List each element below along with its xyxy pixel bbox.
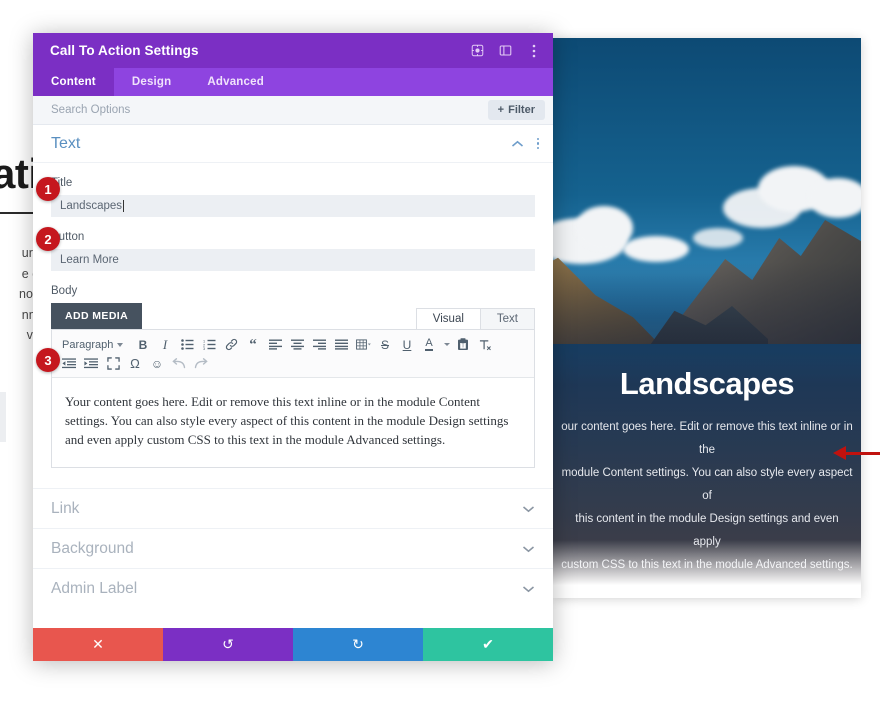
editor-mode-tabs: Visual Text xyxy=(415,308,535,329)
chevron-down-icon xyxy=(522,505,535,513)
preview-title: Landscapes xyxy=(619,366,795,401)
underline-icon[interactable]: U xyxy=(396,335,418,354)
chevron-down-icon xyxy=(522,545,535,553)
tab-content[interactable]: Content xyxy=(33,68,114,96)
chevron-down-icon xyxy=(117,342,124,347)
tab-visual[interactable]: Visual xyxy=(415,308,481,329)
text-color-icon[interactable]: A xyxy=(418,335,440,354)
text-section-fields: Title Landscapes Button Learn More Body … xyxy=(33,177,553,468)
redo-icon[interactable] xyxy=(190,354,212,373)
special-character-icon[interactable]: Ω xyxy=(124,354,146,373)
button-input[interactable]: Learn More xyxy=(51,249,535,271)
body-field-label: Body xyxy=(51,285,78,297)
title-input[interactable]: Landscapes xyxy=(51,195,535,217)
editor-content-area[interactable]: Your content goes here. Edit or remove t… xyxy=(52,378,534,467)
text-color-chevron-down-icon[interactable] xyxy=(440,335,452,354)
indent-icon[interactable] xyxy=(80,354,102,373)
save-button[interactable]: ✔ xyxy=(423,628,553,661)
annotation-badge-2: 2 xyxy=(36,227,60,251)
button-field-label: Button xyxy=(51,231,85,243)
filter-button[interactable]: + Filter xyxy=(487,100,545,120)
format-select-value: Paragraph xyxy=(62,338,114,351)
preview-body-line: module Content settings. You can also st… xyxy=(561,467,853,502)
redo-button[interactable]: ↻ xyxy=(293,628,423,661)
bold-icon[interactable]: B xyxy=(132,335,154,354)
filter-button-label: Filter xyxy=(508,104,535,116)
accordion-link-label: Link xyxy=(51,499,80,517)
editor-toolbar-row-2: Ω ☺ xyxy=(58,354,212,373)
help-link[interactable]: ? Help xyxy=(33,608,553,628)
screenshot-root: atic ur adip e et do nostruc nmodo volup… xyxy=(0,0,880,706)
search-options-bar: Search Options + Filter xyxy=(33,96,553,125)
tab-design[interactable]: Design xyxy=(114,68,190,96)
accordion-link[interactable]: Link xyxy=(33,488,553,528)
accordion-background[interactable]: Background xyxy=(33,528,553,568)
align-right-icon[interactable] xyxy=(308,335,330,354)
callout-arrow xyxy=(833,446,880,460)
align-justify-icon[interactable] xyxy=(330,335,352,354)
body-editor[interactable]: Paragraph B I 123 “ S U A T Ω ☺ Your con… xyxy=(51,329,535,468)
preview-fade xyxy=(553,540,861,598)
target-icon[interactable] xyxy=(470,43,485,58)
tab-text[interactable]: Text xyxy=(479,308,535,329)
accordion-admin-label[interactable]: Admin Label xyxy=(33,568,553,608)
title-field-label: Title xyxy=(51,177,73,189)
format-select[interactable]: Paragraph xyxy=(58,339,132,351)
modal-header: Call To Action Settings xyxy=(33,33,553,68)
layout-panel-icon[interactable] xyxy=(498,43,513,58)
link-icon[interactable] xyxy=(220,335,242,354)
svg-text:T: T xyxy=(461,344,464,350)
table-icon[interactable] xyxy=(352,335,374,354)
button-input-value: Learn More xyxy=(60,254,119,266)
text-caret xyxy=(123,200,125,212)
section-header-text[interactable]: Text xyxy=(33,125,553,163)
modal-body: Text Title Landscapes Button Learn More … xyxy=(33,125,553,628)
editor-content-text: Your content goes here. Edit or remove t… xyxy=(65,394,509,447)
more-vertical-icon[interactable] xyxy=(526,43,541,58)
numbered-list-icon[interactable]: 123 xyxy=(198,335,220,354)
title-input-value: Landscapes xyxy=(60,200,123,212)
svg-text:3: 3 xyxy=(203,347,205,350)
align-center-icon[interactable] xyxy=(286,335,308,354)
align-left-icon[interactable] xyxy=(264,335,286,354)
search-input[interactable]: Search Options xyxy=(51,104,488,116)
chevron-up-icon[interactable] xyxy=(511,140,524,148)
annotation-badge-3: 3 xyxy=(36,348,60,372)
clear-formatting-icon[interactable] xyxy=(474,335,496,354)
bulleted-list-icon[interactable] xyxy=(176,335,198,354)
undo-icon[interactable] xyxy=(168,354,190,373)
blockquote-icon[interactable]: “ xyxy=(242,335,264,354)
paste-as-text-icon[interactable]: T xyxy=(452,335,474,354)
emoji-icon[interactable]: ☺ xyxy=(146,354,168,373)
annotation-badge-1: 1 xyxy=(36,177,60,201)
editor-toolbar-row-1: Paragraph B I 123 “ S U A T xyxy=(58,335,496,354)
call-to-action-settings-modal: Call To Action Settings Content Design A… xyxy=(33,33,553,661)
preview-body-line: our content goes here. Edit or remove th… xyxy=(561,421,853,456)
undo-button[interactable]: ↺ xyxy=(163,628,293,661)
fullscreen-icon[interactable] xyxy=(102,354,124,373)
more-vertical-icon[interactable] xyxy=(536,137,539,150)
add-media-button[interactable]: ADD MEDIA xyxy=(51,303,143,329)
background-placeholder-box xyxy=(0,392,6,442)
accordion-background-label: Background xyxy=(51,539,134,557)
strikethrough-icon[interactable]: S xyxy=(374,335,396,354)
arrow-head xyxy=(833,446,846,460)
outdent-icon[interactable] xyxy=(58,354,80,373)
module-preview[interactable]: Landscapes our content goes here. Edit o… xyxy=(553,38,861,598)
cancel-button[interactable]: ✕ xyxy=(33,628,163,661)
modal-footer: ✕ ↺ ↻ ✔ xyxy=(33,628,553,661)
chevron-down-icon xyxy=(522,585,535,593)
accordion-admin-label-label: Admin Label xyxy=(51,579,138,597)
italic-icon[interactable]: I xyxy=(154,335,176,354)
plus-icon: + xyxy=(497,104,505,116)
section-title: Text xyxy=(51,134,81,152)
editor-top-row: ADD MEDIA Visual Text xyxy=(51,303,535,329)
tab-advanced[interactable]: Advanced xyxy=(189,68,282,96)
modal-tabs: Content Design Advanced xyxy=(33,68,553,96)
modal-title: Call To Action Settings xyxy=(50,43,199,58)
modal-header-actions xyxy=(470,43,541,58)
editor-toolbar: Paragraph B I 123 “ S U A T Ω ☺ xyxy=(52,330,534,378)
